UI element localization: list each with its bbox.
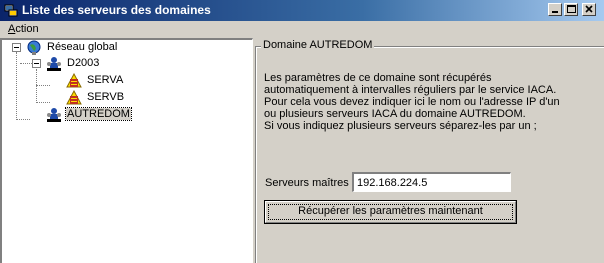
group-title: Domaine AUTREDOM — [261, 39, 375, 51]
masters-input[interactable] — [352, 172, 511, 192]
server-warning-icon — [66, 73, 82, 88]
tree-label-autredom: AUTREDOM — [65, 107, 132, 121]
domain-tree[interactable]: Réseau global D2003 SERVA SERVB AUTREDOM — [0, 38, 253, 263]
close-icon — [585, 5, 593, 13]
domain-users-icon — [47, 108, 61, 122]
fetch-parameters-label: Récupérer les paramètres maintenant — [298, 205, 483, 217]
domain-users-icon — [47, 57, 61, 71]
menu-bar: Action — [0, 21, 604, 39]
tree-label-root: Réseau global — [47, 41, 118, 53]
tree-label-servb: SERVB — [87, 91, 125, 103]
description-line: Les paramètres de ce domaine sont récupé… — [264, 72, 492, 84]
description-line: automatiquement à intervalles réguliers … — [264, 84, 557, 96]
masters-label: Serveurs maîtres — [265, 177, 349, 189]
maximize-icon — [567, 5, 576, 13]
domain-settings-group: Domaine AUTREDOM Les paramètres de ce do… — [255, 39, 604, 263]
menu-action-label: ction — [15, 23, 39, 35]
main-window: Liste des serveurs des domaines Action R… — [0, 0, 604, 263]
fetch-parameters-button[interactable]: Récupérer les paramètres maintenant — [264, 200, 517, 224]
expander-root[interactable] — [12, 43, 21, 52]
description-line: Pour cela vous devez indiquer ici le nom… — [264, 96, 560, 108]
menu-action[interactable]: Action — [8, 23, 39, 35]
maximize-button[interactable] — [564, 3, 578, 16]
title-bar[interactable]: Liste des serveurs des domaines — [0, 0, 604, 21]
minimize-button[interactable] — [548, 3, 562, 16]
close-button[interactable] — [582, 3, 596, 16]
expander-d2003[interactable] — [32, 59, 41, 68]
description-line: Si vous indiquez plusieurs serveurs sépa… — [264, 120, 537, 132]
description-text: Les paramètres de ce domaine sont récupé… — [264, 72, 594, 132]
network-app-icon — [4, 4, 18, 17]
tree-label-serva: SERVA — [87, 74, 124, 86]
description-line: ou plusieurs serveurs IACA du domaine AU… — [264, 108, 526, 120]
minimize-icon — [552, 11, 558, 13]
tree-label-d2003: D2003 — [67, 57, 100, 69]
server-warning-icon — [66, 90, 82, 105]
globe-network-icon — [27, 40, 41, 55]
window-title: Liste des serveurs des domaines — [22, 3, 211, 17]
